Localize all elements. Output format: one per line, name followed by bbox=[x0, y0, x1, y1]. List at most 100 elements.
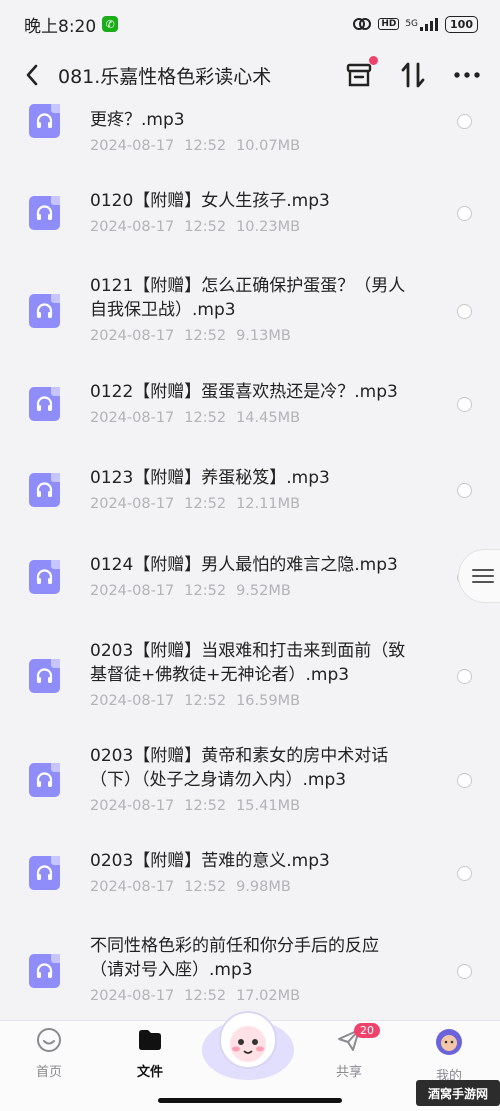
file-name: 不同性格色彩的前任和你分手后的反应 （请对号入座）.mp3 bbox=[90, 934, 440, 982]
file-meta: 2024-08-17 12:52 16.59MB bbox=[90, 693, 310, 709]
audio-file-icon bbox=[29, 196, 60, 230]
file-meta: 2024-08-17 12:52 9.52MB bbox=[90, 583, 301, 599]
file-name: 0121【附赠】怎么正确保护蛋蛋？（男人 自我保卫战）.mp3 bbox=[90, 274, 440, 322]
file-date: 2024-08-17 bbox=[90, 798, 175, 814]
file-date: 2024-08-17 bbox=[90, 410, 175, 426]
file-meta: 2024-08-17 12:52 9.13MB bbox=[90, 328, 301, 344]
file-name: 0203【附赠】当艰难和打击来到面前（致 基督徒+佛教徒+无神论者）.mp3 bbox=[90, 639, 440, 687]
audio-file-icon bbox=[29, 294, 60, 328]
watermark: 酒窝手游网 bbox=[416, 1080, 500, 1106]
audio-file-icon bbox=[29, 560, 60, 594]
file-meta: 2024-08-17 12:52 10.23MB bbox=[90, 219, 310, 235]
file-name-line: 0203【附赠】苦难的意义.mp3 bbox=[90, 851, 330, 871]
select-radio[interactable] bbox=[457, 866, 472, 881]
page-title: 081.乐嘉性格色彩读心术 bbox=[58, 65, 272, 88]
audio-file-icon bbox=[29, 473, 60, 507]
tab-share-label: 共享 bbox=[335, 1065, 362, 1080]
folder-icon bbox=[139, 1030, 161, 1050]
headphones-icon bbox=[36, 963, 53, 978]
headphones-icon bbox=[36, 113, 53, 128]
notification-dot bbox=[369, 56, 378, 65]
headphones-icon bbox=[36, 569, 53, 584]
link-icon bbox=[352, 17, 372, 31]
file-name-line: 更疼？.mp3 bbox=[90, 110, 185, 130]
file-date: 2024-08-17 bbox=[90, 219, 175, 235]
file-name-line: （请对号入座）.mp3 bbox=[90, 960, 253, 980]
tab-home[interactable]: 首页 bbox=[9, 1027, 89, 1080]
file-meta: 2024-08-17 12:52 14.45MB bbox=[90, 410, 310, 426]
signal-icon: 5G bbox=[405, 17, 439, 31]
share-badge: 20 bbox=[354, 1023, 380, 1038]
file-date: 2024-08-17 bbox=[90, 988, 175, 1004]
audio-file-icon bbox=[29, 659, 60, 693]
home-icon bbox=[37, 1028, 61, 1052]
file-size: 14.45MB bbox=[236, 410, 301, 426]
status-time: 晚上8:20 bbox=[24, 16, 97, 37]
file-name: 0203【附赠】黄帝和素女的房中术对话 （下）（处子之身请勿入内）.mp3 bbox=[90, 744, 440, 792]
select-radio[interactable] bbox=[457, 206, 472, 221]
file-date: 2024-08-17 bbox=[90, 138, 175, 154]
select-radio[interactable] bbox=[457, 483, 472, 498]
file-size: 9.13MB bbox=[236, 328, 291, 344]
file-date: 2024-08-17 bbox=[90, 328, 175, 344]
file-size: 9.52MB bbox=[236, 583, 291, 599]
headphones-icon bbox=[36, 668, 53, 683]
mascot-button[interactable] bbox=[200, 1002, 296, 1082]
file-size: 10.07MB bbox=[236, 138, 301, 154]
file-name-line: （下）（处子之身请勿入内）.mp3 bbox=[90, 770, 347, 790]
file-meta: 2024-08-17 12:52 9.98MB bbox=[90, 879, 301, 895]
file-name-line: 0121【附赠】怎么正确保护蛋蛋？（男人 bbox=[90, 276, 406, 296]
select-radio[interactable] bbox=[457, 397, 472, 412]
select-radio[interactable] bbox=[457, 773, 472, 788]
file-name-line: 0203【附赠】黄帝和素女的房中术对话 bbox=[90, 746, 389, 766]
back-icon[interactable] bbox=[18, 61, 46, 89]
tab-me[interactable]: 我的 bbox=[409, 1027, 489, 1084]
audio-file-icon bbox=[29, 387, 60, 421]
headphones-icon bbox=[36, 865, 53, 880]
battery-indicator: 100 bbox=[445, 15, 478, 33]
tab-files[interactable]: 文件 bbox=[110, 1027, 190, 1080]
file-name: 0123【附赠】养蛋秘笈】.mp3 bbox=[90, 466, 440, 490]
home-indicator bbox=[158, 1098, 342, 1103]
tab-files-label: 文件 bbox=[136, 1065, 163, 1080]
file-name-line: 0123【附赠】养蛋秘笈】.mp3 bbox=[90, 468, 330, 488]
side-menu-handle[interactable] bbox=[458, 549, 500, 603]
file-size: 10.23MB bbox=[236, 219, 301, 235]
avatar bbox=[436, 1029, 462, 1055]
select-radio[interactable] bbox=[457, 304, 472, 319]
file-name-line: 不同性格色彩的前任和你分手后的反应 bbox=[90, 936, 379, 956]
select-radio[interactable] bbox=[457, 669, 472, 684]
tab-home-label: 首页 bbox=[35, 1065, 62, 1080]
select-radio[interactable] bbox=[457, 964, 472, 979]
file-size: 9.98MB bbox=[236, 879, 291, 895]
file-meta: 2024-08-17 12:52 12.11MB bbox=[90, 496, 310, 512]
audio-file-icon bbox=[29, 763, 60, 797]
file-meta: 2024-08-17 12:52 10.07MB bbox=[90, 138, 310, 154]
menu-icon bbox=[472, 569, 494, 583]
select-radio[interactable] bbox=[457, 114, 472, 129]
network-type: 5G bbox=[405, 19, 419, 29]
audio-file-icon bbox=[29, 856, 60, 890]
file-time: 12:52 bbox=[184, 328, 227, 344]
file-time: 12:52 bbox=[184, 496, 227, 512]
audio-file-icon bbox=[29, 954, 60, 988]
file-name-line: 0203【附赠】当艰难和打击来到面前（致 bbox=[90, 641, 406, 661]
file-date: 2024-08-17 bbox=[90, 879, 175, 895]
more-icon[interactable] bbox=[452, 60, 482, 90]
archive-icon[interactable] bbox=[344, 56, 378, 90]
file-date: 2024-08-17 bbox=[90, 496, 175, 512]
sort-icon[interactable] bbox=[398, 60, 428, 90]
file-date: 2024-08-17 bbox=[90, 583, 175, 599]
file-time: 12:52 bbox=[184, 219, 227, 235]
tab-share[interactable]: 20 共享 bbox=[309, 1023, 389, 1080]
file-name: 0203【附赠】苦难的意义.mp3 bbox=[90, 849, 440, 873]
file-name: 0122【附赠】蛋蛋喜欢热还是冷？.mp3 bbox=[90, 380, 440, 404]
file-name-line: 自我保卫战）.mp3 bbox=[90, 300, 236, 320]
file-name-line: 0122【附赠】蛋蛋喜欢热还是冷？.mp3 bbox=[90, 382, 398, 402]
file-meta: 2024-08-17 12:52 15.41MB bbox=[90, 798, 310, 814]
file-name: 更疼？.mp3 bbox=[90, 108, 440, 132]
file-size: 16.59MB bbox=[236, 693, 301, 709]
file-name-line: 0120【附赠】女人生孩子.mp3 bbox=[90, 191, 330, 211]
status-bar: 晚上8:20 ✆ HD 5G 100 bbox=[0, 0, 500, 48]
file-time: 12:52 bbox=[184, 583, 227, 599]
